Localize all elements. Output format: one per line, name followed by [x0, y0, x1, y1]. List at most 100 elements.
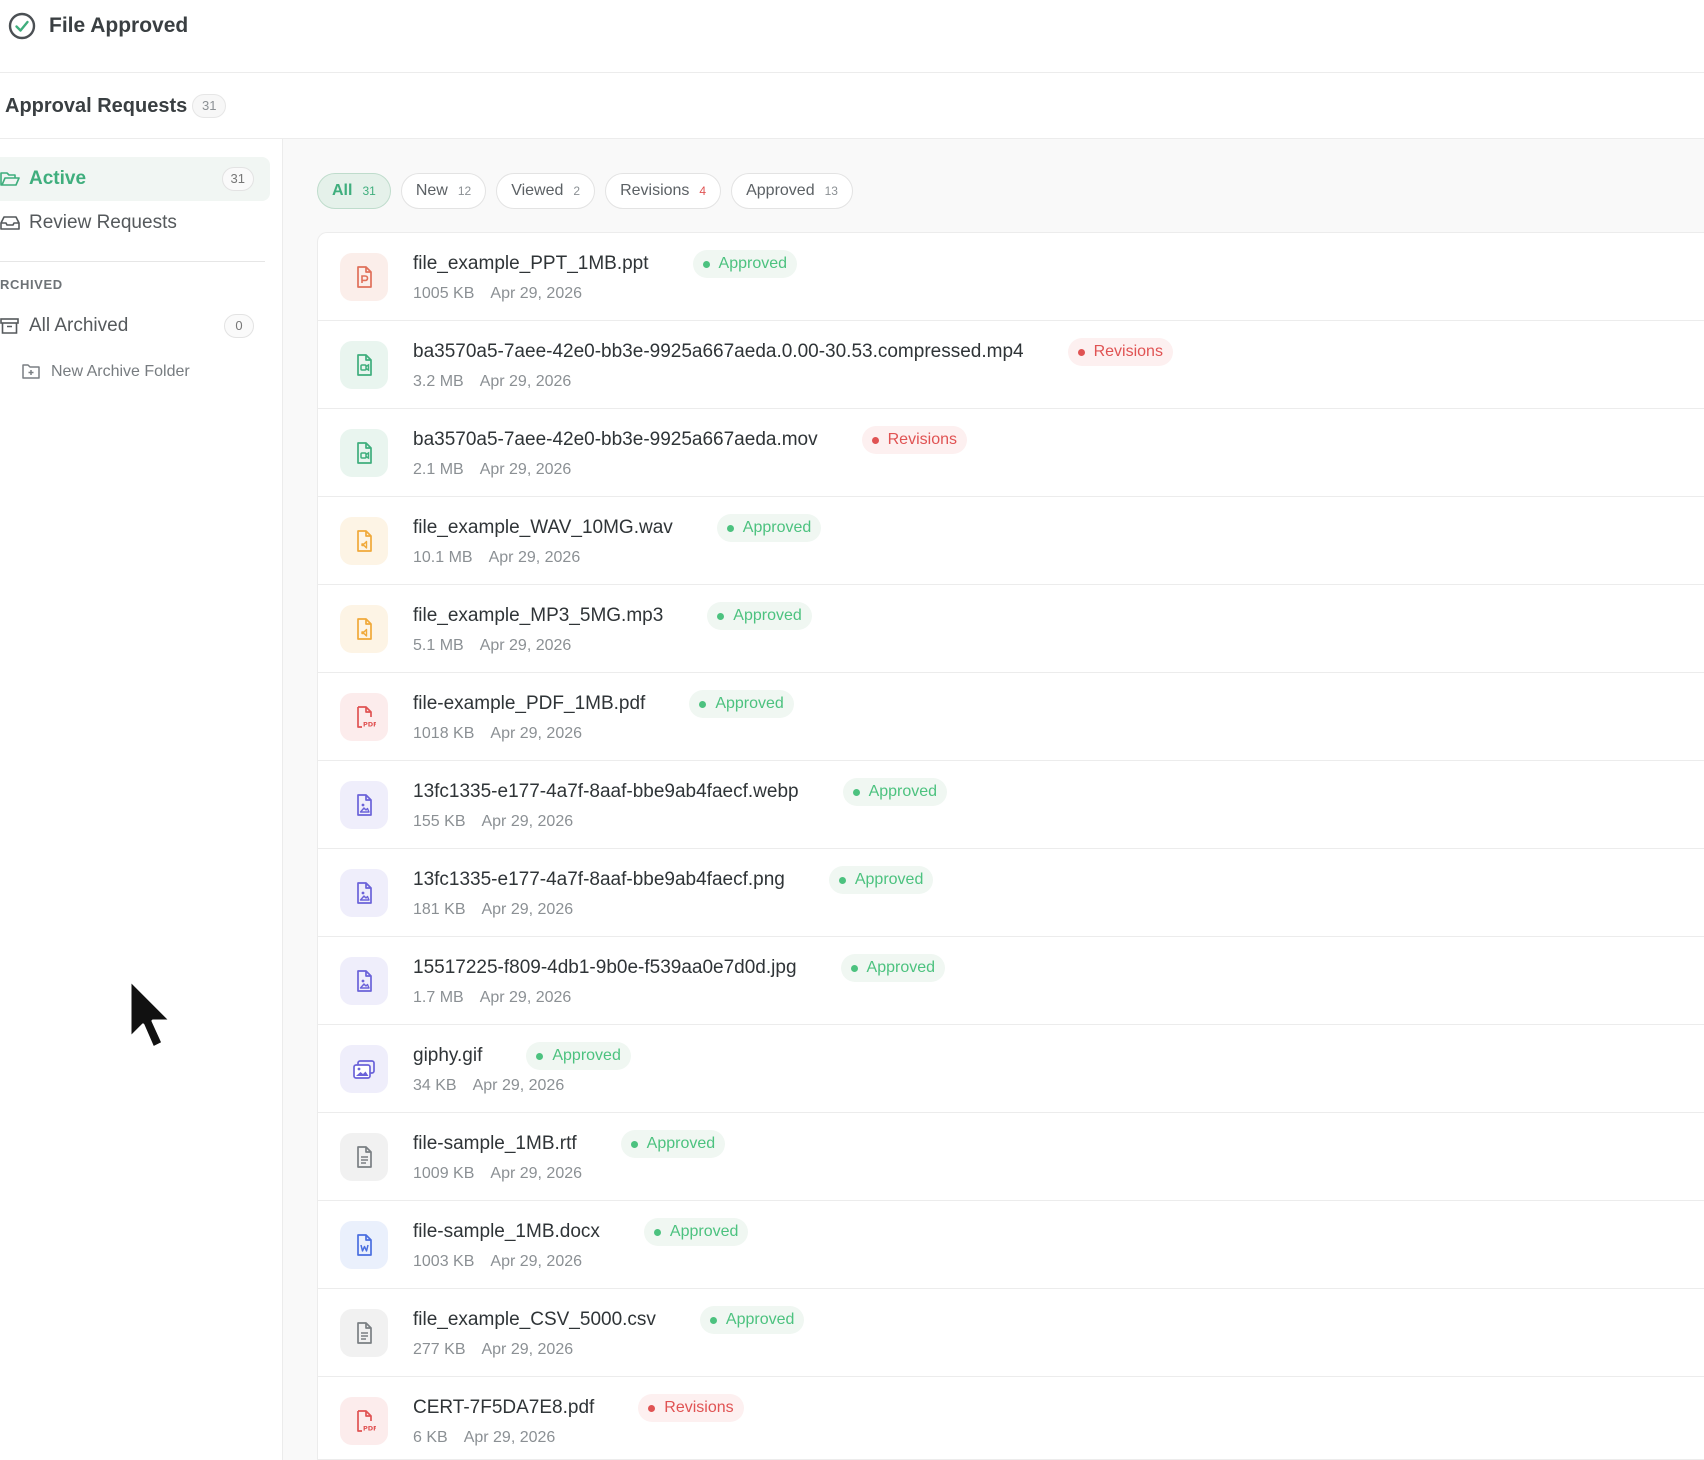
file-meta: 1018 KB Apr 29, 2026: [413, 725, 582, 743]
sidebar-item-all-archived[interactable]: All Archived 0: [0, 304, 270, 348]
file-date: Apr 29, 2026: [463, 1429, 556, 1446]
tab-label: Viewed: [511, 182, 564, 199]
file-row[interactable]: 13fc1335-e177-4a7f-8aaf-bbe9ab4faecf.png…: [318, 849, 1704, 937]
file-date: Apr 29, 2026: [481, 813, 574, 830]
file-title-line: 13fc1335-e177-4a7f-8aaf-bbe9ab4faecf.web…: [413, 778, 948, 806]
file-name[interactable]: giphy.gif: [413, 1045, 482, 1067]
file-name[interactable]: 13fc1335-e177-4a7f-8aaf-bbe9ab4faecf.png: [413, 869, 785, 891]
file-size: 155 KB: [413, 813, 466, 830]
file-row[interactable]: giphy.gif Approved 34 KB Apr 29, 2026: [318, 1025, 1704, 1113]
video-file-icon: [357, 354, 372, 376]
audio-file-icon: [357, 530, 372, 552]
file-name[interactable]: file_example_MP3_5MG.mp3: [413, 605, 663, 627]
file-size: 3.2 MB: [413, 373, 464, 390]
file-size: 277 KB: [413, 1341, 466, 1358]
status-label: Revisions: [664, 1399, 734, 1416]
file-size: 5.1 MB: [413, 637, 464, 654]
file-name[interactable]: file_example_PPT_1MB.ppt: [413, 253, 649, 275]
status-badge: Revisions: [638, 1394, 744, 1422]
sidebar-divider: [0, 261, 265, 262]
tab-count: 2: [573, 184, 581, 198]
file-row[interactable]: file_example_CSV_5000.csv Approved 277 KB A…: [318, 1289, 1704, 1377]
file-title-line: CERT-7F5DA7E8.pdf Revisions: [413, 1394, 744, 1422]
file-name[interactable]: file-example_PDF_1MB.pdf: [413, 693, 645, 715]
tab-viewed[interactable]: Viewed 2: [496, 173, 596, 209]
file-date: Apr 29, 2026: [490, 1165, 583, 1182]
tab-revisions[interactable]: Revisions 4: [605, 173, 722, 209]
file-row[interactable]: ba3570a5-7aee-42e0-bb3e-9925a667aeda.0.0…: [318, 321, 1704, 409]
file-date: Apr 29, 2026: [490, 1253, 583, 1270]
file-title-line: 15517225-f809-4db1-9b0e-f539aa0e7d0d.jpg…: [413, 954, 946, 982]
file-title-line: file-sample_1MB.docx Approved: [413, 1218, 749, 1246]
archive-icon: [0, 318, 19, 334]
file-name[interactable]: ba3570a5-7aee-42e0-bb3e-9925a667aeda.mov: [413, 429, 818, 451]
file-meta: 181 KB Apr 29, 2026: [413, 901, 573, 919]
file-name[interactable]: 13fc1335-e177-4a7f-8aaf-bbe9ab4faecf.web…: [413, 781, 799, 803]
file-type-icon-wrap: [340, 1133, 388, 1181]
file-row[interactable]: 15517225-f809-4db1-9b0e-f539aa0e7d0d.jpg…: [318, 937, 1704, 1025]
status-label: Approved: [718, 255, 788, 272]
file-name[interactable]: ba3570a5-7aee-42e0-bb3e-9925a667aeda.0.0…: [413, 341, 1024, 363]
svg-text:PDF: PDF: [363, 1425, 376, 1433]
file-row[interactable]: file_example_WAV_10MG.wav Approved 10.1 MB…: [318, 497, 1704, 585]
file-type-icon-wrap: PDF: [340, 1397, 388, 1445]
tab-all[interactable]: All 31: [317, 173, 391, 209]
tab-approved[interactable]: Approved 13: [731, 173, 853, 209]
file-title-line: ba3570a5-7aee-42e0-bb3e-9925a667aeda.mov…: [413, 426, 967, 454]
status-label: Approved: [868, 783, 938, 800]
file-meta: 5.1 MB Apr 29, 2026: [413, 637, 571, 655]
status-label: Approved: [733, 607, 802, 624]
file-type-icon-wrap: [340, 869, 388, 917]
file-row[interactable]: ba3570a5-7aee-42e0-bb3e-9925a667aeda.mov…: [318, 409, 1704, 497]
status-badge: Revisions: [861, 426, 967, 454]
word-file-icon: [357, 1234, 372, 1256]
file-meta: 10.1 MB Apr 29, 2026: [413, 549, 580, 567]
file-name[interactable]: 15517225-f809-4db1-9b0e-f539aa0e7d0d.jpg: [413, 957, 797, 979]
status-dot: [717, 612, 725, 620]
sidebar-item-review-requests[interactable]: Review Requests: [0, 201, 270, 245]
file-name[interactable]: file-sample_1MB.rtf: [413, 1133, 577, 1155]
sidebar-item-active[interactable]: Active 31: [0, 157, 270, 201]
folder-plus-icon: [22, 364, 40, 379]
page-title: File Approved: [49, 14, 189, 37]
status-badge: Approved: [620, 1130, 726, 1158]
file-type-icon-wrap: [340, 605, 388, 653]
image-file-icon: [357, 794, 372, 816]
file-row[interactable]: file-sample_1MB.rtf Approved 1009 KB Apr 29…: [318, 1113, 1704, 1201]
new-archive-folder-label: New Archive Folder: [51, 363, 190, 380]
image-file-icon: [357, 882, 372, 904]
file-name[interactable]: file-sample_1MB.docx: [413, 1221, 600, 1243]
file-title-line: file_example_MP3_5MG.mp3 Approved: [413, 602, 812, 630]
tab-new[interactable]: New 12: [400, 173, 487, 209]
file-row[interactable]: 13fc1335-e177-4a7f-8aaf-bbe9ab4faecf.web…: [318, 761, 1704, 849]
sidebar-item-label: All Archived: [29, 315, 129, 336]
file-size: 1.7 MB: [413, 989, 464, 1006]
tab-count: 31: [362, 184, 376, 198]
sidebar: Active 31 Review Requests RCHIVED All Ar…: [0, 139, 283, 1460]
file-name[interactable]: file_example_CSV_5000.csv: [413, 1309, 656, 1331]
status-label: Approved: [866, 959, 936, 976]
section-title: Approval Requests: [5, 95, 188, 117]
file-row[interactable]: PDF CERT-7F5DA7E8.pdf Revisions 6 KB Apr 29,…: [318, 1377, 1704, 1459]
file-row[interactable]: file-sample_1MB.docx Approved 1003 KB Apr 2…: [318, 1201, 1704, 1289]
file-row[interactable]: PDF file-example_PDF_1MB.pdf Approved 1018 …: [318, 673, 1704, 761]
file-size: 1018 KB: [413, 725, 475, 742]
pdf-file-icon: PDF: [357, 1410, 376, 1433]
file-row[interactable]: file_example_PPT_1MB.ppt Approved 1005 KB A…: [318, 233, 1704, 321]
file-name[interactable]: CERT-7F5DA7E8.pdf: [413, 1397, 594, 1419]
file-row[interactable]: file_example_MP3_5MG.mp3 Approved 5.1 MB Ap…: [318, 585, 1704, 673]
file-meta: 1.7 MB Apr 29, 2026: [413, 989, 571, 1007]
status-badge: Approved: [699, 1306, 805, 1334]
main-content: All 31 New 12 Viewed 2 Revisions 4 Appro…: [283, 139, 1704, 1460]
mouse-cursor-icon: [128, 978, 173, 1050]
file-type-icon-wrap: PDF: [340, 693, 388, 741]
file-type-icon-wrap: [340, 341, 388, 389]
status-dot: [702, 260, 710, 268]
file-date: Apr 29, 2026: [472, 1077, 565, 1094]
file-type-icon-wrap: [340, 957, 388, 1005]
status-dot: [709, 1316, 717, 1324]
file-type-icon-wrap: [340, 253, 388, 301]
sidebar-item-label: Active: [29, 168, 87, 189]
file-name[interactable]: file_example_WAV_10MG.wav: [413, 517, 673, 539]
images-icon: [353, 1060, 375, 1079]
